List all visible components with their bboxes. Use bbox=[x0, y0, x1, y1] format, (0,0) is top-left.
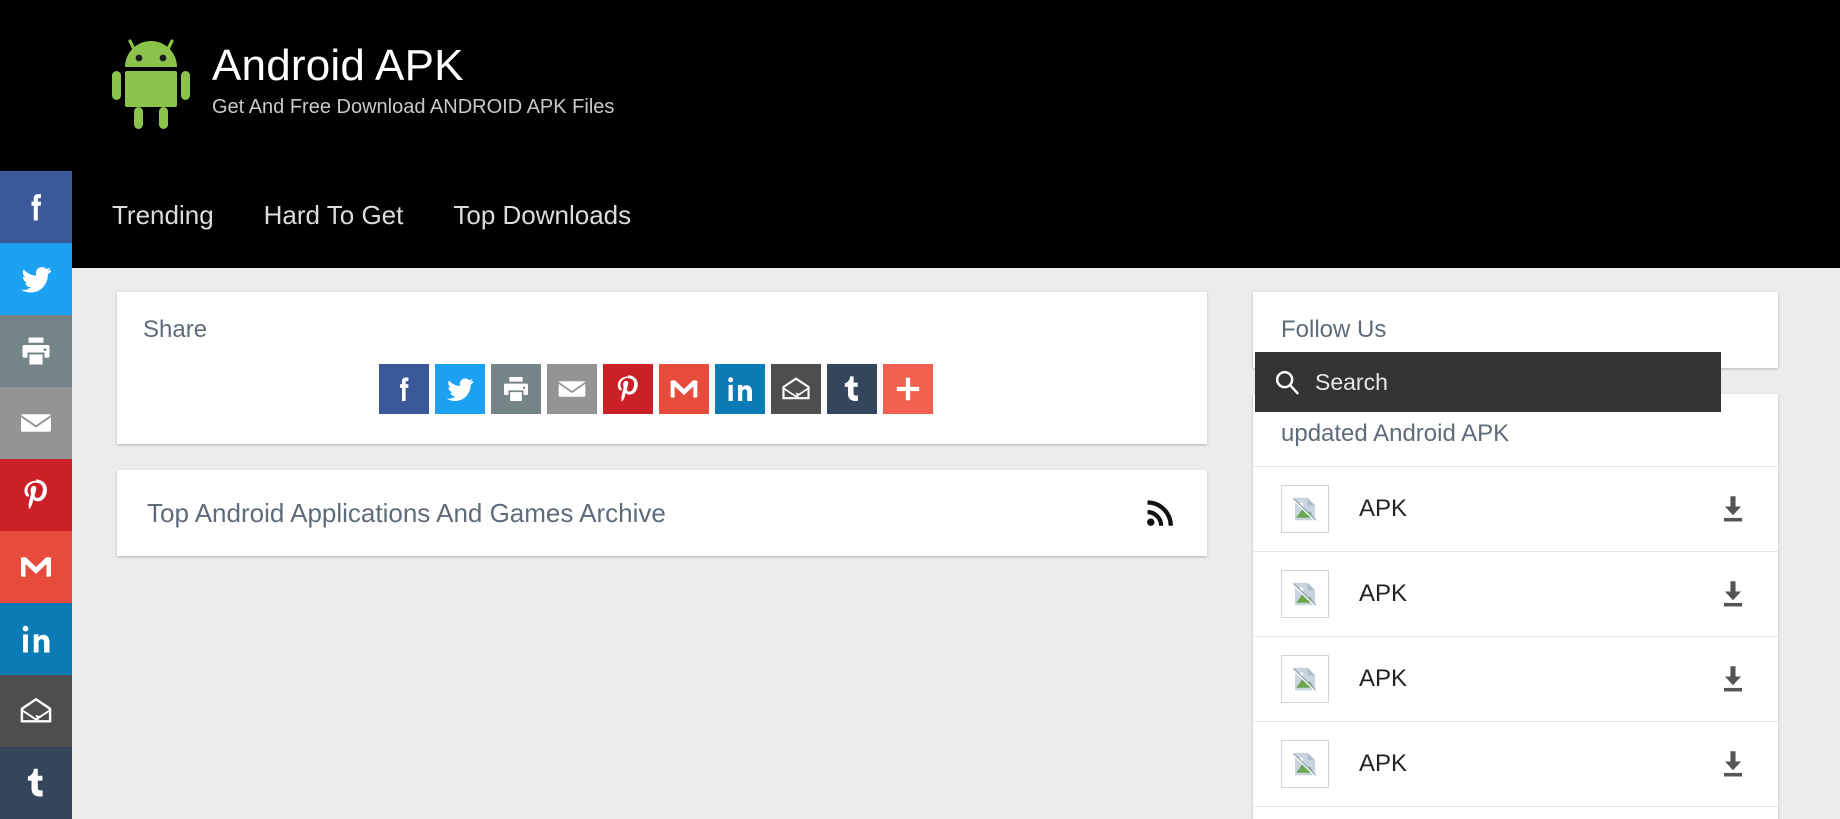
printer-icon bbox=[18, 333, 54, 369]
share-mail-button[interactable] bbox=[771, 364, 821, 414]
apk-list-item[interactable]: APK bbox=[1253, 551, 1778, 636]
broken-image-icon bbox=[1290, 579, 1320, 609]
share-more-button[interactable] bbox=[883, 364, 933, 414]
share-pinterest-button[interactable] bbox=[603, 364, 653, 414]
download-icon[interactable] bbox=[1716, 662, 1750, 696]
broken-image-icon bbox=[1290, 664, 1320, 694]
updated-apk-card: updated Android APK APK bbox=[1253, 394, 1778, 819]
apk-list-item[interactable]: APK bbox=[1253, 466, 1778, 551]
apk-thumbnail bbox=[1281, 740, 1329, 788]
rail-email-button[interactable] bbox=[0, 387, 72, 459]
gmail-icon bbox=[668, 373, 700, 405]
share-tumblr-button[interactable] bbox=[827, 364, 877, 414]
site-title: Android APK bbox=[212, 42, 614, 90]
archive-card: Top Android Applications And Games Archi… bbox=[117, 470, 1207, 556]
page-body: Share bbox=[0, 268, 1840, 816]
linkedin-icon bbox=[18, 621, 54, 657]
floating-social-rail bbox=[0, 171, 72, 819]
facebook-icon bbox=[388, 373, 420, 405]
plus-icon bbox=[892, 373, 924, 405]
download-icon[interactable] bbox=[1716, 492, 1750, 526]
share-button-row bbox=[379, 364, 1181, 414]
gmail-icon bbox=[18, 549, 54, 585]
rail-linkedin-button[interactable] bbox=[0, 603, 72, 675]
share-linkedin-button[interactable] bbox=[715, 364, 765, 414]
rail-twitter-button[interactable] bbox=[0, 243, 72, 315]
apk-list-item[interactable]: APK bbox=[1253, 636, 1778, 721]
search-input[interactable] bbox=[1315, 369, 1703, 396]
follow-us-heading: Follow Us bbox=[1281, 316, 1750, 344]
rail-gmail-button[interactable] bbox=[0, 531, 72, 603]
share-card: Share bbox=[117, 292, 1207, 444]
nav-item-trending[interactable]: Trending bbox=[112, 200, 214, 231]
rss-icon[interactable] bbox=[1143, 496, 1177, 530]
tumblr-icon bbox=[18, 765, 54, 801]
rail-facebook-button[interactable] bbox=[0, 171, 72, 243]
apk-thumbnail bbox=[1281, 485, 1329, 533]
rail-mail-button[interactable] bbox=[0, 675, 72, 747]
search-box[interactable] bbox=[1255, 352, 1721, 412]
share-print-button[interactable] bbox=[491, 364, 541, 414]
facebook-icon bbox=[18, 189, 54, 225]
download-icon[interactable] bbox=[1716, 577, 1750, 611]
nav-item-hard-to-get[interactable]: Hard To Get bbox=[264, 200, 404, 231]
brand[interactable]: Android APK Get And Free Download ANDROI… bbox=[112, 33, 614, 129]
apk-thumbnail bbox=[1281, 655, 1329, 703]
apk-name: APK bbox=[1359, 495, 1716, 523]
pinterest-icon bbox=[18, 477, 54, 513]
open-envelope-cursor-icon bbox=[780, 373, 812, 405]
rail-tumblr-button[interactable] bbox=[0, 747, 72, 819]
share-gmail-button[interactable] bbox=[659, 364, 709, 414]
share-facebook-button[interactable] bbox=[379, 364, 429, 414]
archive-title: Top Android Applications And Games Archi… bbox=[147, 498, 666, 529]
twitter-icon bbox=[18, 261, 54, 297]
broken-image-icon bbox=[1290, 494, 1320, 524]
brand-text: Android APK Get And Free Download ANDROI… bbox=[212, 42, 614, 120]
envelope-icon bbox=[556, 373, 588, 405]
linkedin-icon bbox=[724, 373, 756, 405]
search-icon bbox=[1273, 368, 1301, 396]
nav-item-top-downloads[interactable]: Top Downloads bbox=[453, 200, 631, 231]
tumblr-icon bbox=[836, 373, 868, 405]
main-column: Share bbox=[117, 292, 1207, 582]
nav-links: Trending Hard To Get Top Downloads bbox=[112, 200, 631, 231]
open-envelope-cursor-icon bbox=[18, 693, 54, 729]
broken-image-icon bbox=[1290, 749, 1320, 779]
printer-icon bbox=[500, 373, 532, 405]
apk-thumbnail bbox=[1281, 570, 1329, 618]
main-navigation: Trending Hard To Get Top Downloads bbox=[0, 163, 1840, 268]
apk-list-item[interactable]: APK bbox=[1253, 721, 1778, 806]
site-header: Android APK Get And Free Download ANDROI… bbox=[0, 0, 1840, 163]
apk-list-item[interactable]: APK bbox=[1253, 806, 1778, 819]
android-robot-icon bbox=[112, 33, 190, 129]
share-heading: Share bbox=[143, 316, 1181, 344]
download-icon[interactable] bbox=[1716, 747, 1750, 781]
twitter-icon bbox=[444, 373, 476, 405]
apk-name: APK bbox=[1359, 580, 1716, 608]
site-subtitle: Get And Free Download ANDROID APK Files bbox=[212, 94, 614, 120]
envelope-icon bbox=[18, 405, 54, 441]
apk-name: APK bbox=[1359, 750, 1716, 778]
pinterest-icon bbox=[612, 373, 644, 405]
share-email-button[interactable] bbox=[547, 364, 597, 414]
apk-name: APK bbox=[1359, 665, 1716, 693]
rail-print-button[interactable] bbox=[0, 315, 72, 387]
share-twitter-button[interactable] bbox=[435, 364, 485, 414]
rail-pinterest-button[interactable] bbox=[0, 459, 72, 531]
